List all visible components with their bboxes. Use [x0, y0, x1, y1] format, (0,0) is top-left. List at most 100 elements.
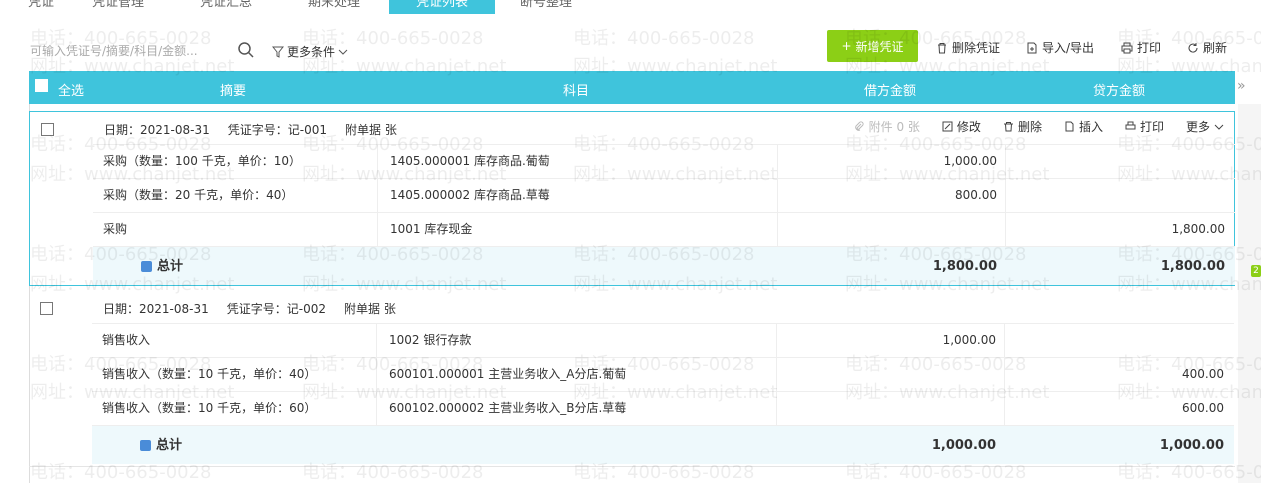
row-debit: 800.00 [955, 188, 997, 202]
tab-5[interactable]: 断号整理 [520, 0, 572, 14]
tab-2[interactable]: 凭证汇总 [200, 0, 252, 14]
header-account: 科目 [563, 84, 590, 99]
row-credit: 400.00 [1182, 367, 1224, 381]
attachment-label: 附件 0 张 [868, 120, 920, 134]
refresh-label: 刷新 [1203, 41, 1228, 55]
total-label-cell: 总计 [141, 247, 183, 286]
voucher-card: 日期：2021-08-31 凭证字号：记-002 附单据 张 销售收入 1002… [29, 291, 1235, 467]
table-row[interactable]: 采购（数量：100 千克，单价：10） 1405.000001 库存商品.葡萄 … [93, 144, 1235, 178]
delete-voucher-button[interactable]: 删除凭证 [936, 39, 1000, 56]
voucher-attachments: 附单据 张 [344, 302, 396, 316]
total-row: 总计 1,800.00 1,800.00 [93, 246, 1235, 285]
insert-button[interactable]: 插入 [1064, 118, 1103, 135]
voucher-date: 日期：2021-08-31 [104, 123, 210, 137]
row-summary: 采购 [103, 222, 128, 236]
select-all-checkbox[interactable] [35, 79, 48, 92]
total-label: 总计 [157, 259, 184, 274]
edit-icon [942, 121, 953, 132]
scrollbar-track[interactable] [1238, 104, 1261, 483]
total-label: 总计 [156, 438, 183, 453]
tab-4-active[interactable]: 凭证列表 [389, 0, 495, 14]
row-account: 600101.000001 主营业务收入_A分店.葡萄 [389, 367, 627, 381]
total-debit: 1,800.00 [932, 259, 997, 274]
row-summary: 销售收入 [102, 333, 151, 347]
calculator-icon [140, 440, 151, 451]
table-header: 全选 摘要 科目 借方金额 贷方金额 [29, 71, 1235, 104]
more-filter-label: 更多条件 [287, 45, 336, 59]
voucher-date: 日期：2021-08-31 [103, 302, 209, 316]
refresh-button[interactable]: 刷新 [1187, 39, 1227, 56]
trash-icon [1003, 122, 1013, 132]
printer-icon [1125, 121, 1136, 130]
more-button[interactable]: 更多 [1186, 118, 1224, 135]
delete-voucher-label: 删除凭证 [952, 41, 1001, 55]
search-icon[interactable] [237, 41, 255, 59]
double-chevron-right-icon[interactable]: » [1237, 78, 1246, 94]
row-summary: 采购（数量：20 千克，单价：40） [103, 188, 294, 202]
chevron-down-icon [1214, 124, 1224, 130]
total-label-cell: 总计 [140, 426, 182, 465]
row-credit: 600.00 [1182, 401, 1224, 415]
row-account: 600102.000002 主营业务收入_B分店.草莓 [389, 401, 627, 415]
calculator-icon [141, 261, 152, 272]
chevron-down-icon [338, 49, 348, 55]
tab-3[interactable]: 期末处理 [308, 0, 360, 14]
import-export-button[interactable]: 导入/导出 [1026, 39, 1094, 56]
total-credit: 1,800.00 [1160, 259, 1225, 274]
table-row[interactable]: 采购 1001 库存现金 1,800.00 [93, 212, 1235, 246]
paperclip-icon [854, 121, 864, 131]
more-label: 更多 [1185, 120, 1210, 134]
insert-icon [1065, 121, 1074, 132]
more-filter-button[interactable]: 更多条件 [272, 43, 348, 60]
row-account: 1405.000001 库存商品.葡萄 [390, 154, 550, 168]
delete-label: 删除 [1017, 120, 1042, 134]
row-summary: 采购（数量：100 千克，单价：10） [103, 154, 301, 168]
voucher-meta: 日期：2021-08-31 凭证字号：记-002 附单据 张 [103, 300, 396, 317]
printer-icon [1121, 42, 1133, 53]
voucher-attachments: 附单据 张 [345, 123, 397, 137]
voucher-print-label: 打印 [1139, 120, 1164, 134]
header-summary: 摘要 [220, 84, 247, 99]
tab-strip: 凭证 凭证管理 凭证汇总 期末处理 凭证列表 断号整理 [0, 0, 1261, 14]
document-icon [1027, 42, 1037, 53]
row-account: 1001 库存现金 [390, 222, 473, 236]
search-input[interactable] [30, 40, 230, 62]
voucher-actions: 附件 0 张 修改 删除 插入 打印 更多 [854, 118, 1224, 135]
row-account: 1002 银行存款 [389, 333, 472, 347]
new-voucher-button[interactable]: + 新增凭证 [827, 30, 918, 62]
header-debit: 借方金额 [864, 84, 917, 99]
table-row[interactable]: 销售收入（数量：10 千克，单价：40） 600101.000001 主营业务收… [92, 357, 1234, 391]
select-all-label: 全选 [58, 84, 85, 99]
voucher-checkbox[interactable] [41, 123, 54, 136]
scroll-badge: 2 [1251, 265, 1261, 277]
refresh-icon [1188, 42, 1198, 53]
row-summary: 销售收入（数量：10 千克，单价：60） [102, 401, 317, 415]
row-account: 1405.000002 库存商品.草莓 [390, 188, 550, 202]
delete-button[interactable]: 删除 [1003, 118, 1042, 135]
total-credit: 1,000.00 [1159, 438, 1224, 453]
table-row[interactable]: 采购（数量：20 千克，单价：40） 1405.000002 库存商品.草莓 8… [93, 178, 1235, 212]
voucher-print-button[interactable]: 打印 [1125, 118, 1164, 135]
table-row[interactable]: 销售收入（数量：10 千克，单价：60） 600102.000002 主营业务收… [92, 391, 1234, 425]
table-row[interactable]: 销售收入 1002 银行存款 1,000.00 [92, 323, 1234, 357]
voucher-checkbox[interactable] [40, 302, 53, 315]
toolbar: 更多条件 + 新增凭证 删除凭证 导入/导出 打印 刷新 [0, 28, 1261, 64]
attachment-button[interactable]: 附件 0 张 [854, 118, 920, 135]
tab-1[interactable]: 凭证管理 [92, 0, 144, 14]
voucher-number[interactable]: 凭证字号：记-002 [227, 300, 326, 317]
edit-label: 修改 [956, 120, 981, 134]
filter-icon [272, 46, 284, 58]
total-debit: 1,000.00 [931, 438, 996, 453]
print-button[interactable]: 打印 [1121, 39, 1161, 56]
print-label: 打印 [1137, 41, 1162, 55]
voucher-number[interactable]: 凭证字号：记-001 [228, 121, 327, 138]
edit-button[interactable]: 修改 [942, 118, 981, 135]
tab-0[interactable]: 凭证 [28, 0, 54, 14]
row-credit: 1,800.00 [1171, 222, 1225, 236]
header-credit: 贷方金额 [1093, 84, 1146, 99]
trash-icon [938, 42, 946, 53]
voucher-card: 日期：2021-08-31 凭证字号：记-001 附单据 张 附件 0 张 修改… [29, 111, 1235, 286]
plus-icon: + [841, 39, 852, 53]
insert-label: 插入 [1078, 120, 1103, 134]
row-debit: 1,000.00 [942, 333, 996, 347]
